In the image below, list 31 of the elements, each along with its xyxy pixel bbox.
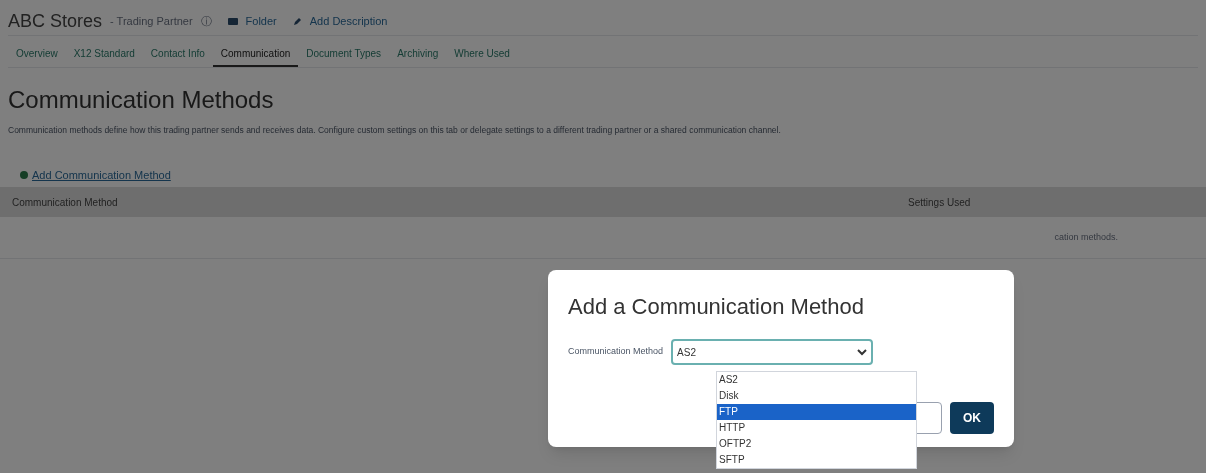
tab[interactable]: Document Types	[298, 42, 390, 67]
column-header: Settings Used	[908, 195, 971, 210]
folder-link[interactable]: Folder	[245, 13, 277, 30]
tab[interactable]: Contact Info	[142, 42, 213, 67]
chevron-down-icon	[857, 348, 868, 356]
dropdown-option[interactable]: OFTP2	[717, 436, 916, 452]
dropdown-option[interactable]: HTTP	[717, 420, 916, 436]
dropdown-option[interactable]: Disk	[717, 388, 916, 404]
tab[interactable]: Archiving	[389, 42, 447, 67]
dropdown-option[interactable]: FTP	[717, 404, 916, 420]
tab[interactable]: X12 Standard	[65, 42, 143, 67]
tab[interactable]: Where Used	[446, 42, 518, 67]
add-description-link[interactable]: Add Description	[309, 13, 388, 30]
dialog-title: Add a Communication Method	[568, 293, 865, 321]
page-description: Communication methods define how this trading partner sends and receives data. Configure custom settings on this tab or delegate settings to a different trading partner or a shared communication channel.	[8, 124, 782, 137]
ok-button[interactable]: OK	[950, 402, 994, 434]
folder-icon	[227, 18, 238, 25]
page-title: Communication Methods	[8, 85, 275, 115]
tab[interactable]: Communication	[212, 42, 299, 67]
method-select[interactable]: AS2	[671, 339, 874, 365]
partner-type: - Trading Partner	[110, 14, 193, 30]
empty-message: cation methods.	[1054, 231, 1118, 244]
pencil-icon	[292, 17, 302, 26]
field-label: Communication Method	[568, 345, 664, 359]
partner-title: ABC Stores	[8, 10, 103, 33]
dropdown-option[interactable]: SFTP	[717, 452, 916, 468]
info-icon[interactable]: ⓘ	[200, 13, 212, 30]
add-method-link[interactable]: Add Communication Method	[32, 166, 171, 184]
column-header: Communication Method	[12, 195, 119, 210]
dropdown-option[interactable]: AS2	[717, 372, 916, 388]
tab[interactable]: Overview	[8, 42, 66, 67]
